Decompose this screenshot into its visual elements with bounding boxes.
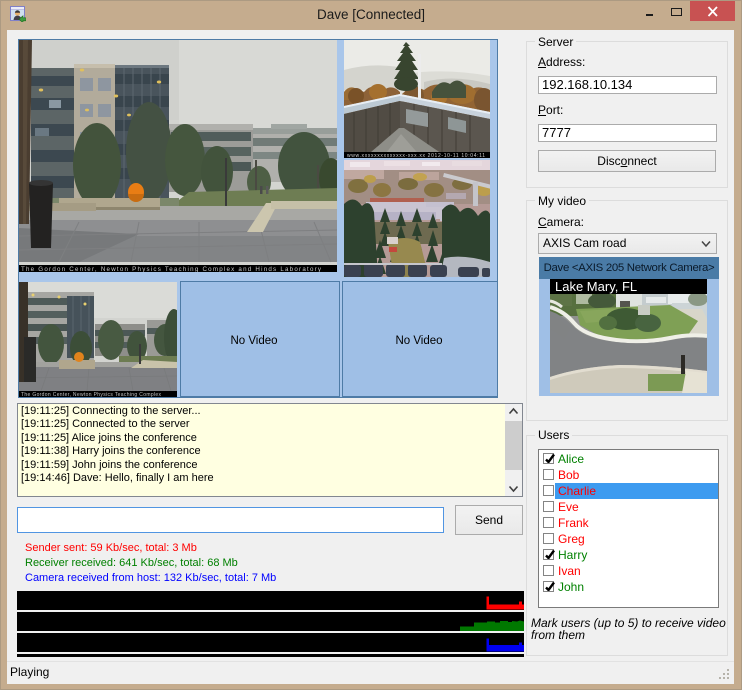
svg-text:www.xxxxxxxxxxxxxx-xxx.xx 2: www.xxxxxxxxxxxxxx-xxx.xx 2012-10-11 10:… — [347, 153, 485, 158]
svg-text:Lake Mary, FL: Lake Mary, FL — [555, 279, 637, 294]
svg-text:The Gordon Center, Newton Phys: The Gordon Center, Newton Physics Teachi… — [21, 266, 322, 272]
svg-text:The Gordon Center, Newton Phys: The Gordon Center, Newton Physics Teachi… — [21, 392, 162, 397]
